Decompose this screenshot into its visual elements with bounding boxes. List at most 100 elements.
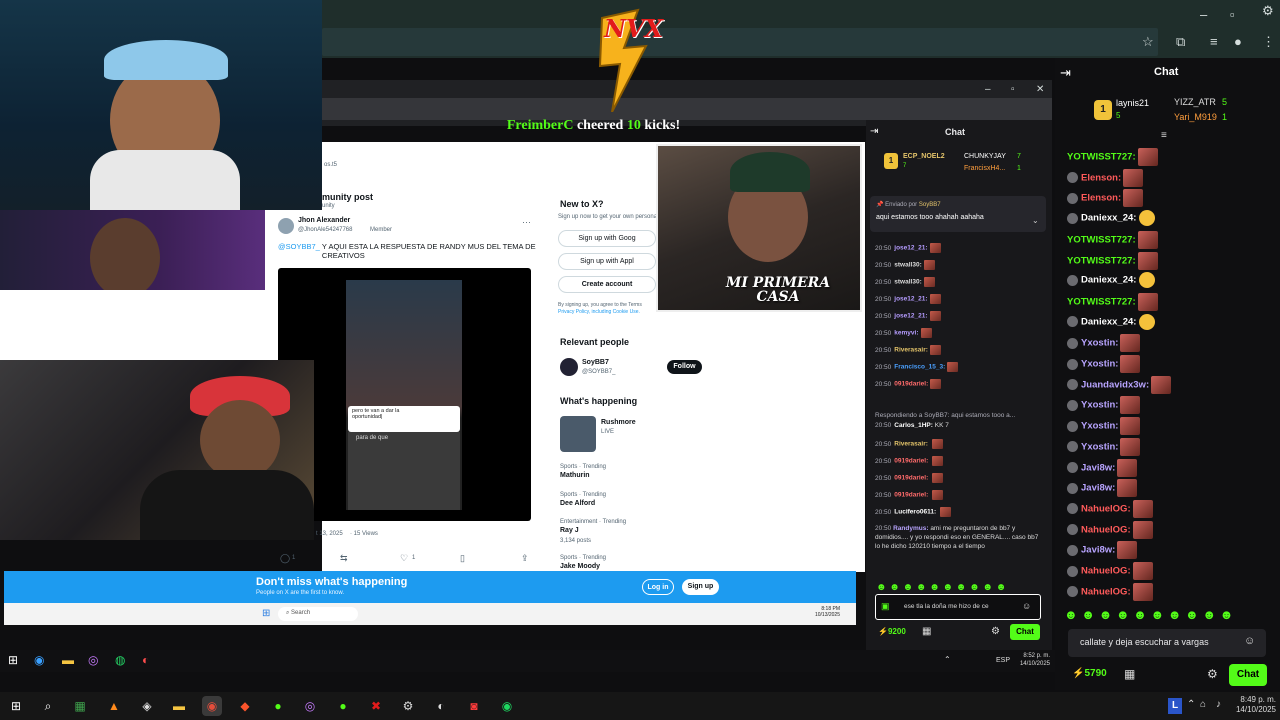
capture-whatsapp-icon[interactable]: ◍ [115,653,125,667]
reading-list-icon[interactable]: ≡ [1210,35,1218,49]
outer-address-bar[interactable] [322,28,1158,56]
msg-user[interactable]: 0919dariel: [894,381,928,388]
signup-apple-button[interactable]: Sign up with Appl [558,253,656,270]
discord-icon[interactable]: ◎ [300,696,320,716]
right-chat-settings-icon[interactable]: ⚙ [1207,667,1218,681]
person-name[interactable]: SoyBB7 [582,359,609,366]
create-account-button[interactable]: Create account [558,276,656,293]
signup-google-button[interactable]: Sign up with Goog [558,230,656,247]
extensions-icon[interactable]: ⧉ [1176,35,1185,49]
top3-user[interactable]: FrancisxH4... [964,165,1005,172]
msg-user[interactable]: Elenson: [1081,193,1121,204]
right-top2-user[interactable]: YIZZ_ATR [1174,97,1216,107]
login-button[interactable]: Log in [642,579,674,595]
msg-user[interactable]: Javi8w: [1081,545,1115,556]
msg-user[interactable]: Lucifero0611: [894,509,936,516]
pinned-message[interactable]: 📌 Enviado por SoyBB7 aqui estamos tooo a… [870,196,1046,232]
right-calendar-icon[interactable]: ▦ [1124,667,1135,681]
profile-icon[interactable]: ● [1234,35,1242,49]
capture-discord-icon[interactable]: ◎ [88,653,98,667]
reply-preview[interactable]: Respondiendo a SoyBB7: aqui estamos tooo… [875,412,1015,419]
app-icon-3[interactable]: ◈ [137,696,157,716]
tweet-image[interactable]: pero te van a dar la oportunidad| para de… [278,268,531,521]
tray-chevron-icon[interactable]: ⌃ [1187,699,1195,710]
kick-app-icon[interactable]: ● [268,696,288,716]
msg-user[interactable]: Carlos_1HP: [894,422,933,429]
msg-user[interactable]: Yxostin: [1081,400,1118,411]
terms-text-2[interactable]: Privacy Policy, including Cookie Use. [558,309,640,315]
capture-start-icon[interactable]: ⊞ [8,653,18,667]
minimize-icon[interactable]: – [1200,8,1207,22]
msg-user[interactable]: YOTWISST727: [1067,296,1136,307]
top1-user[interactable]: ECP_NOEL2 [903,153,945,160]
capture-tray-chevron-icon[interactable]: ⌃ [944,655,951,664]
more-options-icon[interactable]: ··· [522,217,531,227]
bookmark-star-icon[interactable]: ☆ [1142,35,1154,49]
msg-user[interactable]: jose12_21: [894,313,927,320]
chrome-icon[interactable]: ◉ [202,696,222,716]
msg-user[interactable]: Yxostin: [1081,359,1118,370]
settings-gear-icon[interactable]: ⚙ [1262,4,1274,18]
person-avatar[interactable] [560,358,578,376]
emoji-icon[interactable]: ☺ [1022,601,1031,611]
msg-user[interactable]: Elenson: [1081,172,1121,183]
emote-picker-icon[interactable]: ▣ [881,601,890,612]
app-icon-1[interactable]: ▦ [70,696,90,716]
msg-user[interactable]: NahuelOG: [1081,503,1131,514]
randy-user[interactable]: Randymus: [893,525,928,532]
top2-user[interactable]: CHUNKYJAY [964,153,1006,160]
msg-user[interactable]: 0919dariel: [894,458,928,465]
signup-button[interactable]: Sign up [682,579,719,595]
inner-minimize-icon[interactable]: – [985,83,991,97]
capture-lang[interactable]: ESP [996,657,1010,664]
msg-user[interactable]: Daniexx_24: [1081,213,1136,224]
kick-app-icon-2[interactable]: ● [333,696,353,716]
inner-close-icon[interactable]: ✕ [1036,83,1044,97]
msg-user[interactable]: 0919dariel: [894,492,928,499]
trend-3[interactable]: Dee Alford [560,500,595,507]
brave-icon[interactable]: ◆ [235,696,255,716]
mid-points[interactable]: ⚡9200 [878,627,906,636]
author-handle[interactable]: @JhonAle54247768 [298,227,352,233]
network-icon[interactable]: ⌂ [1200,699,1206,710]
capture-obs-icon[interactable]: ◐ [142,653,149,667]
msg-user[interactable]: stwall30: [894,262,921,269]
msg-user[interactable]: NahuelOG: [1081,586,1131,597]
capture-edge-icon[interactable]: ◉ [34,653,44,667]
obs-icon[interactable]: ◐ [431,696,451,716]
chat-settings-icon[interactable]: ⚙ [991,626,1000,637]
msg-user[interactable]: Daniexx_24: [1081,316,1136,327]
start-icon[interactable]: ⊞ [6,696,26,716]
right-points[interactable]: ⚡5790 [1072,668,1107,679]
retweet-icon[interactable]: ⇆ [340,553,348,564]
menu-kebab-icon[interactable]: ⋮ [1262,35,1275,49]
msg-user[interactable]: Yxostin: [1081,421,1118,432]
trend-5[interactable]: Jake Moody [560,563,600,570]
msg-user[interactable]: 0919dariel: [894,475,928,482]
inner-search-box[interactable]: ⌕ Search [278,607,358,621]
capture-folder-icon[interactable]: ▬ [62,653,74,667]
volume-icon[interactable]: ♪ [1216,699,1221,710]
maximize-icon[interactable]: ▫ [1230,8,1235,22]
expand-leaderboard-icon[interactable]: ≡ [1161,130,1167,141]
file-explorer-icon[interactable]: ▬ [169,696,189,716]
msg-user[interactable]: NahuelOG: [1081,566,1131,577]
msg-user[interactable]: jose12_21: [894,245,927,252]
msg-user[interactable]: NahuelOG: [1081,524,1131,535]
msg-user[interactable]: Juandavidx3w: [1081,379,1149,390]
msg-user[interactable]: kemyvi: [894,330,918,337]
msg-user[interactable]: YOTWISST727: [1067,255,1136,266]
mention-link[interactable]: @SOYBB7_ [278,242,320,251]
follow-button[interactable]: Follow [667,360,702,374]
trend-2[interactable]: Mathurin [560,472,590,479]
nvx-app-icon[interactable]: ✖ [366,696,386,716]
chevron-down-icon[interactable]: ⌄ [1032,216,1039,225]
share-icon[interactable]: ⇪ [521,553,529,564]
right-chat-input[interactable]: callate y deja escuchar a vargas ☺ [1068,629,1266,657]
collapse-chat-icon[interactable]: ⇥ [870,126,878,137]
msg-user[interactable]: Yxostin: [1081,441,1118,452]
spotify-icon[interactable]: ◉ [497,696,517,716]
right-emoji-icon[interactable]: ☺ [1244,635,1255,647]
trend-1[interactable]: Rushmore [601,419,636,426]
calendar-icon[interactable]: ▦ [922,626,931,637]
